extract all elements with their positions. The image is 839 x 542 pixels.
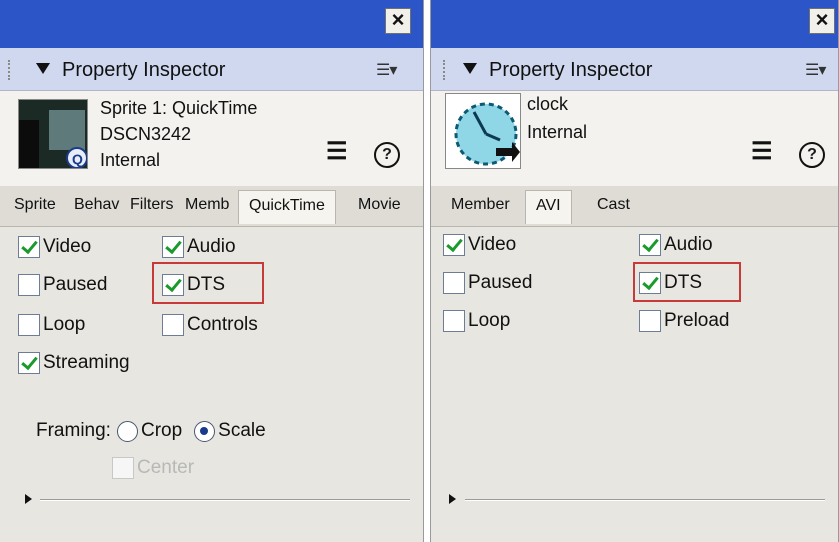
right-collapse-arrow-icon[interactable]	[463, 63, 477, 74]
controls-checkbox[interactable]: Controls	[162, 310, 258, 340]
right-divider	[465, 499, 825, 501]
right-expand-arrow-icon[interactable]	[449, 494, 456, 504]
loop-check-icon[interactable]	[18, 314, 40, 336]
right-property-inspector-panel: × Property Inspector ☰▾ clock Internal ☰…	[430, 0, 839, 542]
left-close-button[interactable]: ×	[385, 8, 411, 34]
framing-label: Framing:	[36, 420, 111, 441]
clock-thumbnail-icon	[446, 94, 520, 168]
framing-group: Framing: Crop Scale	[36, 416, 266, 446]
svg-text:Q: Q	[72, 151, 83, 167]
controls-check-icon[interactable]	[162, 314, 184, 336]
dts-checkbox[interactable]: DTS	[162, 270, 225, 300]
right-grip-icon[interactable]	[443, 60, 451, 80]
right-help-icon[interactable]: ?	[799, 142, 825, 168]
loop-checkbox[interactable]: Loop	[443, 306, 510, 336]
left-collapse-arrow-icon[interactable]	[36, 63, 50, 74]
dts-checkbox[interactable]: DTS	[639, 268, 702, 298]
left-cast-name: Internal	[100, 150, 161, 170]
left-expand-arrow-icon[interactable]	[25, 494, 32, 504]
tab-quicktime[interactable]: QuickTime	[238, 190, 336, 224]
dts-check-icon[interactable]	[639, 272, 661, 294]
video-checkbox[interactable]: Video	[443, 230, 516, 260]
paused-checkbox[interactable]: Paused	[443, 268, 532, 298]
center-checkbox[interactable]: Center	[112, 453, 194, 483]
paused-check-icon[interactable]	[443, 272, 465, 294]
paused-check-icon[interactable]	[18, 274, 40, 296]
scale-label: Scale	[218, 420, 266, 441]
tab-filters[interactable]: Filters	[130, 196, 174, 214]
left-panel-title: Property Inspector	[62, 59, 226, 81]
video-check-icon[interactable]	[18, 236, 40, 258]
tab-cast[interactable]: Cast	[597, 196, 630, 214]
center-check-icon[interactable]	[112, 457, 134, 479]
audio-checkbox[interactable]: Audio	[162, 232, 236, 262]
video-check-icon[interactable]	[443, 234, 465, 256]
tab-member[interactable]: Memb	[185, 196, 229, 214]
tab-sprite[interactable]: Sprite	[14, 196, 56, 214]
audio-check-icon[interactable]	[639, 234, 661, 256]
audio-check-icon[interactable]	[162, 236, 184, 258]
paused-checkbox[interactable]: Paused	[18, 270, 107, 300]
left-panel-header[interactable]: Property Inspector ☰▾	[0, 48, 423, 91]
left-sprite-info: Q Sprite 1: QuickTime DSCN3242 Internal …	[0, 91, 423, 186]
loop-checkbox[interactable]: Loop	[18, 310, 85, 340]
quicktime-thumbnail-icon: Q	[19, 100, 87, 168]
left-property-inspector-panel: × Property Inspector ☰▾ Q Sprite 1: Quic…	[0, 0, 424, 542]
loop-check-icon[interactable]	[443, 310, 465, 332]
left-divider	[40, 499, 410, 501]
right-panel-header[interactable]: Property Inspector ☰▾	[431, 48, 838, 91]
tab-avi[interactable]: AVI	[525, 190, 572, 224]
right-list-view-icon[interactable]: ☰	[751, 137, 773, 166]
left-tab-bar: Sprite Behav Filters Memb QuickTime Movi…	[0, 186, 423, 227]
tab-behaviors[interactable]: Behav	[74, 196, 119, 214]
left-options-menu-icon[interactable]: ☰▾	[376, 60, 397, 80]
left-member-name: DSCN3242	[100, 124, 192, 144]
crop-radio[interactable]	[116, 420, 138, 442]
scale-radio[interactable]	[194, 420, 216, 442]
video-checkbox[interactable]: Video	[18, 232, 91, 262]
preload-checkbox[interactable]: Preload	[639, 306, 730, 336]
left-titlebar: ×	[0, 0, 423, 48]
streaming-check-icon[interactable]	[18, 352, 40, 374]
left-list-view-icon[interactable]: ☰	[326, 137, 348, 166]
right-member-thumbnail	[445, 93, 521, 169]
audio-checkbox[interactable]: Audio	[639, 230, 713, 260]
crop-label: Crop	[140, 420, 183, 441]
right-close-button[interactable]: ×	[809, 8, 835, 34]
dts-check-icon[interactable]	[162, 274, 184, 296]
left-help-icon[interactable]: ?	[374, 142, 400, 168]
left-sprite-thumbnail: Q	[18, 99, 88, 169]
left-grip-icon[interactable]	[8, 60, 16, 80]
right-panel-title: Property Inspector	[489, 59, 653, 81]
right-options-menu-icon[interactable]: ☰▾	[805, 60, 826, 80]
streaming-checkbox[interactable]: Streaming	[18, 348, 130, 378]
left-sprite-name: Sprite 1: QuickTime	[100, 98, 258, 118]
right-cast-name: Internal	[527, 122, 588, 142]
right-titlebar: ×	[431, 0, 838, 48]
right-member-info: clock Internal ☰ ?	[431, 91, 838, 186]
preload-check-icon[interactable]	[639, 310, 661, 332]
tab-movie[interactable]: Movie	[358, 196, 401, 214]
right-tab-bar: Member AVI Cast	[431, 186, 838, 227]
right-member-name: clock	[527, 94, 569, 114]
tab-member[interactable]: Member	[451, 196, 510, 214]
